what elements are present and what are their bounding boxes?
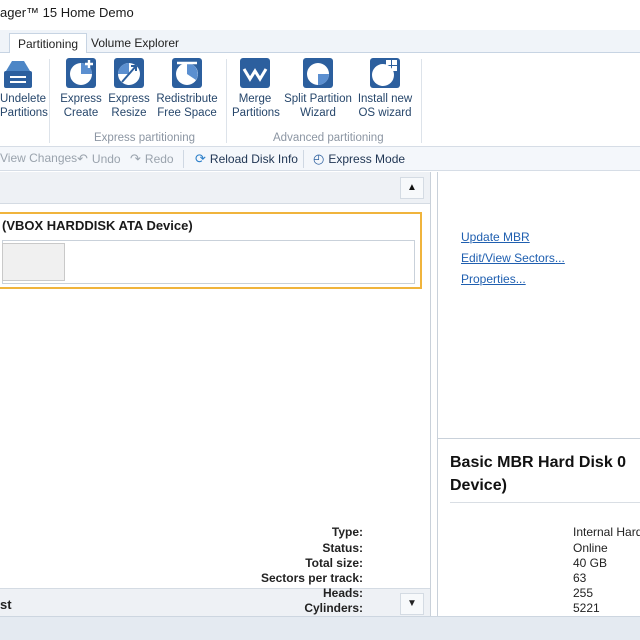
ribbon-separator bbox=[49, 59, 50, 143]
advanced-partitioning-group-label: Advanced partitioning bbox=[273, 132, 384, 144]
undo-icon: ↶ bbox=[77, 151, 88, 166]
update-mbr-link[interactable]: Update MBR bbox=[461, 230, 530, 244]
expand-button[interactable]: ▼ bbox=[400, 593, 424, 615]
prop-key: Status: bbox=[322, 541, 363, 555]
legend-label: st bbox=[0, 597, 12, 612]
disk-info-title: Basic MBR Hard Disk 0 Device) bbox=[450, 451, 640, 497]
express-partitioning-group-label: Express partitioning bbox=[94, 132, 195, 144]
undo-button[interactable]: ↶ Undo bbox=[77, 151, 121, 167]
merge-partitions-button[interactable]: Merge Partitions bbox=[232, 57, 280, 120]
express-resize-icon bbox=[114, 58, 144, 88]
install-os-label-1: Install new bbox=[357, 93, 413, 105]
express-mode-icon: ◴ bbox=[313, 151, 325, 166]
undelete-label-1: Undelete bbox=[0, 93, 47, 105]
prop-value: Online bbox=[573, 541, 608, 555]
express-create-button[interactable]: Express Create bbox=[58, 57, 104, 120]
edit-view-sectors-link[interactable]: Edit/View Sectors... bbox=[461, 251, 565, 265]
quick-toolbar: View Changes ↶ Undo ↷ Redo ⟳ Reload Disk… bbox=[0, 147, 640, 171]
prop-key: Total size: bbox=[305, 556, 363, 570]
toolbar-separator bbox=[183, 150, 184, 168]
view-changes-label: View Changes bbox=[0, 151, 78, 165]
install-os-icon bbox=[370, 58, 400, 88]
ribbon: Undelete Partitions Express Create Expre… bbox=[0, 53, 640, 147]
info-divider bbox=[438, 438, 640, 439]
split-partition-wizard-button[interactable]: Split Partition Wizard bbox=[284, 57, 352, 120]
disk-title: (VBOX HARDDISK ATA Device) bbox=[2, 218, 193, 233]
redo-icon: ↷ bbox=[130, 151, 141, 166]
split-label-2: Wizard bbox=[300, 107, 336, 119]
split-label-1: Split Partition bbox=[284, 93, 352, 105]
merge-icon bbox=[240, 58, 270, 88]
partition-block[interactable] bbox=[2, 243, 65, 281]
redo-button[interactable]: ↷ Redo bbox=[130, 151, 174, 167]
prop-value: 63 bbox=[573, 571, 587, 585]
undo-label: Undo bbox=[91, 152, 121, 166]
toolbar-separator bbox=[303, 150, 304, 168]
ribbon-separator bbox=[226, 59, 227, 143]
undelete-label-2: Partitions bbox=[0, 107, 48, 119]
install-os-label-2: OS wizard bbox=[358, 107, 412, 119]
express-resize-button[interactable]: Express Resize bbox=[108, 57, 150, 120]
tab-partitioning[interactable]: Partitioning bbox=[9, 33, 88, 54]
undelete-partitions-button[interactable]: Undelete Partitions bbox=[0, 57, 48, 120]
ribbon-tab-bar: Partitioning Volume Explorer bbox=[0, 30, 640, 54]
view-changes-button[interactable]: View Changes bbox=[0, 151, 77, 165]
express-resize-label-1: Express bbox=[108, 93, 150, 105]
prop-key: Sectors per track: bbox=[260, 571, 363, 585]
disk-map-pane: ▲ (VBOX HARDDISK ATA Device) st ▼ bbox=[0, 172, 431, 618]
details-pane: Update MBR Edit/View Sectors... Properti… bbox=[261, 172, 640, 616]
window-title: ager™ 15 Home Demo bbox=[0, 5, 134, 20]
prop-value: 255 bbox=[573, 586, 594, 600]
properties-link[interactable]: Properties... bbox=[461, 272, 526, 286]
partition-bar bbox=[2, 240, 415, 284]
reload-label: Reload Disk Info bbox=[209, 152, 298, 166]
redo-label: Redo bbox=[144, 152, 174, 166]
prop-value: 5221 bbox=[573, 601, 600, 615]
collapse-button[interactable]: ▲ bbox=[400, 177, 424, 199]
tab-volume-explorer[interactable]: Volume Explorer bbox=[83, 33, 187, 53]
express-mode-button[interactable]: ◴ Express Mode bbox=[313, 151, 405, 167]
redistribute-free-space-button[interactable]: Redistribute Free Space bbox=[155, 57, 219, 120]
status-bar bbox=[0, 616, 640, 640]
legend-bar: st ▼ bbox=[0, 588, 430, 618]
prop-key: Heads: bbox=[322, 586, 363, 600]
disk-map-header: ▲ bbox=[0, 172, 430, 204]
reload-icon: ⟳ bbox=[195, 151, 206, 166]
info-title-underline bbox=[450, 502, 640, 503]
redistribute-icon bbox=[172, 58, 202, 88]
disk-card[interactable]: (VBOX HARDDISK ATA Device) bbox=[0, 212, 422, 289]
prop-value: 40 GB bbox=[573, 556, 608, 570]
redistribute-label-1: Redistribute bbox=[156, 93, 218, 105]
reload-disk-info-button[interactable]: ⟳ Reload Disk Info bbox=[195, 151, 298, 167]
express-create-icon bbox=[66, 58, 96, 88]
ribbon-separator bbox=[421, 59, 422, 143]
merge-label-1: Merge bbox=[238, 93, 272, 105]
title-bar: ager™ 15 Home Demo bbox=[0, 0, 640, 30]
install-new-os-wizard-button[interactable]: Install new OS wizard bbox=[356, 57, 414, 120]
disk-info-title-line1: Basic MBR Hard Disk 0 bbox=[450, 454, 627, 471]
redistribute-label-2: Free Space bbox=[157, 107, 217, 119]
merge-label-2: Partitions bbox=[232, 107, 280, 119]
undelete-icon bbox=[4, 61, 32, 88]
express-create-label-1: Express bbox=[60, 93, 102, 105]
prop-key: Cylinders: bbox=[304, 601, 363, 615]
express-mode-label: Express Mode bbox=[328, 152, 406, 166]
split-icon bbox=[303, 58, 333, 88]
prop-key: Type: bbox=[331, 525, 363, 539]
express-create-label-2: Create bbox=[63, 107, 99, 119]
express-resize-label-2: Resize bbox=[111, 107, 147, 119]
disk-info-title-line2: Device) bbox=[450, 477, 507, 494]
prop-value: Internal Hard D bbox=[573, 525, 640, 539]
